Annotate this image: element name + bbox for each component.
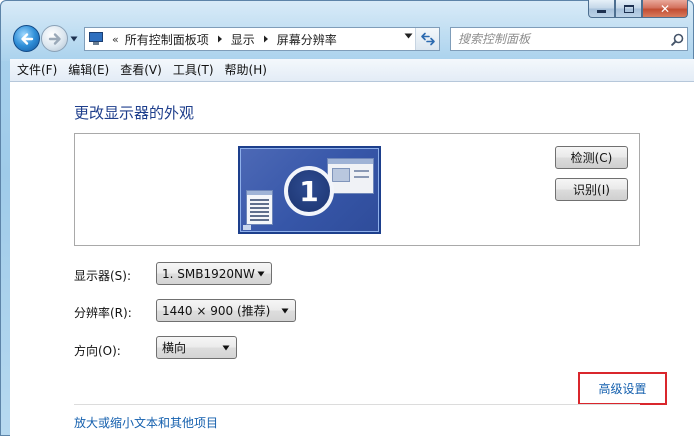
resolution-label: 分辨率(R):: [74, 306, 132, 320]
breadcrumb-screen-resolution[interactable]: 屏幕分辨率: [277, 31, 337, 48]
start-button-graphic: [243, 225, 251, 230]
forward-button[interactable]: [41, 25, 68, 52]
search-button[interactable]: [667, 33, 687, 46]
address-bar[interactable]: « 所有控制面板项 显示 屏幕分辨率: [84, 27, 440, 51]
back-button[interactable]: [13, 25, 40, 52]
orientation-label: 方向(O):: [74, 344, 121, 358]
chevron-down-icon: [222, 345, 230, 351]
refresh-button[interactable]: [415, 28, 439, 50]
monitor-window-graphic: [327, 158, 374, 194]
orientation-select[interactable]: 横向: [156, 336, 237, 359]
monitor-document-graphic: [246, 190, 273, 225]
breadcrumb-separator-icon[interactable]: [263, 35, 269, 43]
chevron-down-icon: [257, 271, 265, 277]
resolution-select-value: 1440 × 900 (推荐): [162, 304, 271, 318]
identify-button[interactable]: 识别(I): [555, 178, 628, 201]
detect-button[interactable]: 检测(C): [555, 146, 628, 169]
chevron-down-icon: [281, 308, 289, 314]
breadcrumb-display[interactable]: 显示: [231, 31, 255, 48]
refresh-icon: [420, 32, 435, 46]
menu-help[interactable]: 帮助(H): [220, 59, 272, 81]
display-select[interactable]: 1. SMB1920NW: [156, 262, 272, 285]
menu-bar: 文件(F) 编辑(E) 查看(V) 工具(T) 帮助(H): [10, 59, 694, 82]
advanced-settings-link[interactable]: 高级设置: [578, 372, 667, 405]
menu-edit[interactable]: 编辑(E): [63, 59, 114, 81]
search-icon: [670, 33, 683, 46]
resolution-select[interactable]: 1440 × 900 (推荐): [156, 299, 296, 322]
divider: [74, 404, 640, 405]
search-input[interactable]: [451, 29, 667, 49]
monitor-1-tile[interactable]: 1: [238, 146, 381, 234]
caption-buttons: ✕: [588, 0, 688, 18]
recent-pages-dropdown[interactable]: [70, 36, 78, 42]
close-button[interactable]: ✕: [642, 0, 688, 18]
maximize-icon: [623, 4, 634, 13]
breadcrumb-all-control-panel-items[interactable]: 所有控制面板项: [125, 31, 209, 48]
close-icon: ✕: [659, 1, 671, 16]
control-panel-icon: [88, 32, 104, 46]
orientation-select-value: 横向: [162, 341, 187, 355]
breadcrumb-separator-icon[interactable]: [217, 35, 223, 43]
display-label: 显示器(S):: [74, 269, 132, 283]
forward-arrow-icon: [48, 32, 61, 45]
minimize-icon: [597, 10, 606, 13]
content-pane: 更改显示器的外观 1 检测(C) 识别(I) 显示器(S): 1. SMB192…: [10, 82, 694, 436]
maximize-button[interactable]: [615, 0, 642, 18]
display-select-value: 1. SMB1920NW: [162, 266, 255, 281]
page-title: 更改显示器的外观: [74, 104, 195, 122]
text-size-link[interactable]: 放大或缩小文本和其他项目: [74, 414, 218, 431]
menu-tools[interactable]: 工具(T): [168, 59, 219, 81]
back-arrow-icon: [20, 32, 33, 45]
navigation-buttons: [13, 25, 78, 52]
minimize-button[interactable]: [588, 0, 615, 18]
search-box[interactable]: [450, 27, 688, 51]
breadcrumb-overflow[interactable]: «: [112, 33, 119, 46]
address-history-dropdown[interactable]: [404, 33, 413, 39]
monitor-number-badge: 1: [284, 166, 334, 216]
menu-file[interactable]: 文件(F): [12, 59, 62, 81]
display-preview-panel: 1 检测(C) 识别(I): [74, 133, 640, 246]
menu-view[interactable]: 查看(V): [115, 59, 167, 81]
